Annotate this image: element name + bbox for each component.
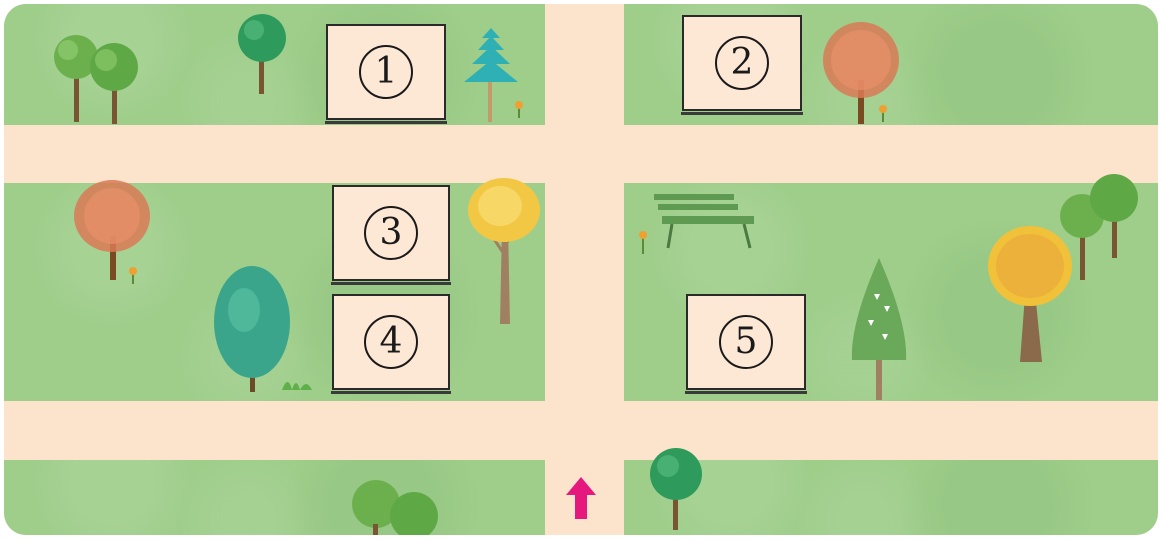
tree-icon (823, 22, 899, 124)
building-number: 2 (715, 36, 769, 90)
tree-icon (54, 35, 138, 124)
tree-icon (352, 480, 438, 535)
tree-icon (74, 180, 150, 280)
building-number: 1 (359, 45, 413, 99)
building-number: 4 (364, 315, 418, 369)
tree-icon (1060, 174, 1138, 280)
building-3[interactable]: 3 (331, 185, 451, 285)
flower-icon (129, 267, 137, 284)
tree-icon (238, 14, 286, 94)
arrow-up-icon (566, 477, 596, 519)
grass-block-bottom-left (4, 460, 545, 535)
tree-icon (468, 178, 540, 324)
building-number: 5 (719, 315, 773, 369)
tree-icon (650, 448, 702, 530)
building-number: 3 (364, 206, 418, 260)
grass-tuft-icon (282, 382, 312, 390)
flower-icon (879, 105, 887, 122)
building-2[interactable]: 2 (681, 15, 803, 115)
flower-icon (515, 101, 523, 118)
park-map: 1 2 3 4 5 (4, 4, 1158, 535)
bench-icon (654, 194, 754, 249)
tree-icon (851, 258, 907, 400)
flower-icon (639, 231, 647, 254)
building-4[interactable]: 4 (331, 294, 451, 394)
building-5[interactable]: 5 (685, 294, 807, 394)
building-1[interactable]: 1 (325, 24, 447, 124)
